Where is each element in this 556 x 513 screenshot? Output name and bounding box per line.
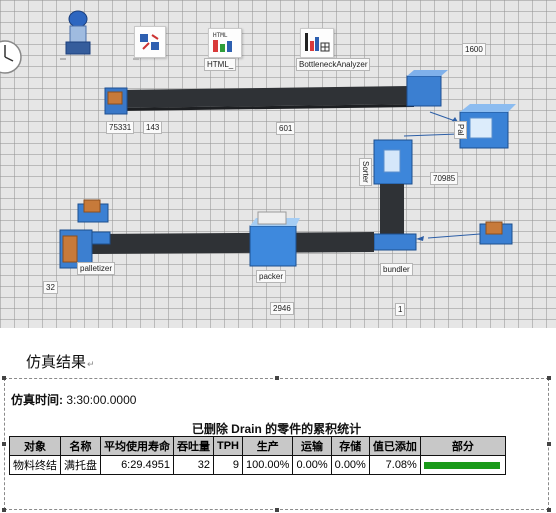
resize-handle-l[interactable]	[2, 442, 6, 446]
bundler-label: bundler	[380, 263, 413, 276]
sorter-label: Sorter	[359, 158, 372, 186]
report-frame[interactable]: 仿真时间: 3:30:00.0000 已删除 Drain 的零件的累积统计 对象…	[2, 376, 551, 512]
cell-name: 满托盘	[60, 455, 101, 475]
counter-top-right: 1600	[462, 43, 486, 56]
cell-value-added: 7.08%	[368, 455, 421, 475]
section-heading: 仿真结果↵	[26, 351, 95, 372]
cell-storage: 0.00%	[330, 455, 370, 475]
resize-handle-bl[interactable]	[2, 508, 6, 512]
col-production: 生产	[241, 436, 294, 456]
tool-caption-bottleneck: BottleneckAnalyzer	[296, 58, 371, 71]
col-portion: 部分	[419, 436, 506, 456]
source-left-count: 75331	[106, 121, 135, 134]
bottom-conveyor[interactable]	[92, 232, 374, 254]
packer-count: 2946	[270, 302, 294, 315]
resize-handle-t[interactable]	[275, 376, 279, 380]
resize-handle-br[interactable]	[547, 508, 551, 512]
cell-transport: 0.00%	[292, 455, 332, 475]
resize-handle-tl[interactable]	[2, 376, 6, 380]
statistics-table: 对象 名称 平均使用寿命 吞吐量 TPH 生产 运输 存储 值已添加 部分 物料…	[9, 436, 506, 475]
col-value-added: 值已添加	[368, 436, 421, 456]
source-left-count2: 143	[143, 121, 163, 134]
cell-tph: 9	[213, 455, 243, 475]
section-heading-text: 仿真结果	[26, 353, 87, 371]
resize-handle-r[interactable]	[547, 442, 551, 446]
col-storage: 存储	[330, 436, 370, 456]
cell-object: 物料终结	[9, 455, 61, 475]
simulation-3d-view[interactable]: HTML HTML_ BottleneckAnalyzer 1600 75331…	[0, 0, 556, 328]
table-header-row: 对象 名称 平均使用寿命 吞吐量 TPH 生产 运输 存储 值已添加 部分	[9, 436, 506, 456]
cell-avg-lifetime: 6:29.4951	[100, 455, 174, 475]
station-right-count: 70985	[430, 172, 459, 185]
col-name: 名称	[60, 436, 101, 456]
packer-label: packer	[256, 270, 287, 283]
palletizer-label: palletizer	[77, 262, 116, 275]
tool-caption-html: HTML_	[204, 58, 237, 71]
bundler-count: 1	[395, 303, 406, 316]
table-title: 已删除 Drain 的零件的累积统计	[191, 422, 362, 436]
bottleneck-chart-icon[interactable]	[300, 28, 334, 58]
rotate-icon[interactable]	[134, 26, 166, 58]
svg-text:HTML: HTML	[213, 32, 228, 39]
col-throughput: 吞吐量	[173, 436, 214, 456]
sim-time-label: 仿真时间:	[11, 393, 63, 407]
palletizer-count: 32	[43, 281, 58, 294]
packer-station[interactable]	[249, 225, 297, 267]
sim-time: 仿真时间: 3:30:00.0000	[11, 391, 136, 408]
resize-handle-tr[interactable]	[547, 376, 551, 380]
resize-handle-b[interactable]	[275, 508, 279, 512]
bundler-station[interactable]	[373, 233, 417, 251]
station-top-right[interactable]	[406, 75, 442, 107]
col-object: 对象	[9, 436, 61, 456]
cell-portion	[419, 455, 506, 475]
portion-bar-fill	[423, 461, 500, 469]
cell-production: 100.00%	[241, 455, 294, 475]
sim-time-value: 3:30:00.0000	[66, 393, 137, 407]
col-transport: 运输	[292, 436, 332, 456]
tool-caption-1	[60, 58, 66, 60]
cell-throughput: 32	[173, 455, 214, 475]
conveyor-top-count: 601	[276, 122, 296, 135]
person-icon[interactable]	[62, 10, 94, 58]
col-tph: TPH	[213, 436, 243, 456]
tool-caption-2	[133, 58, 139, 60]
table-row: 物料终结 满托盘 6:29.4951 32 9 100.00% 0.00% 0.…	[9, 455, 506, 475]
html-icon[interactable]: HTML	[208, 28, 242, 58]
vertical-conveyor[interactable]	[380, 184, 404, 234]
pal-label: Pal	[454, 121, 467, 139]
clock-icon[interactable]	[0, 38, 24, 76]
paragraph-mark-icon: ↵	[87, 360, 95, 370]
portion-bar	[423, 461, 500, 469]
col-avg-lifetime: 平均使用寿命	[100, 436, 174, 456]
